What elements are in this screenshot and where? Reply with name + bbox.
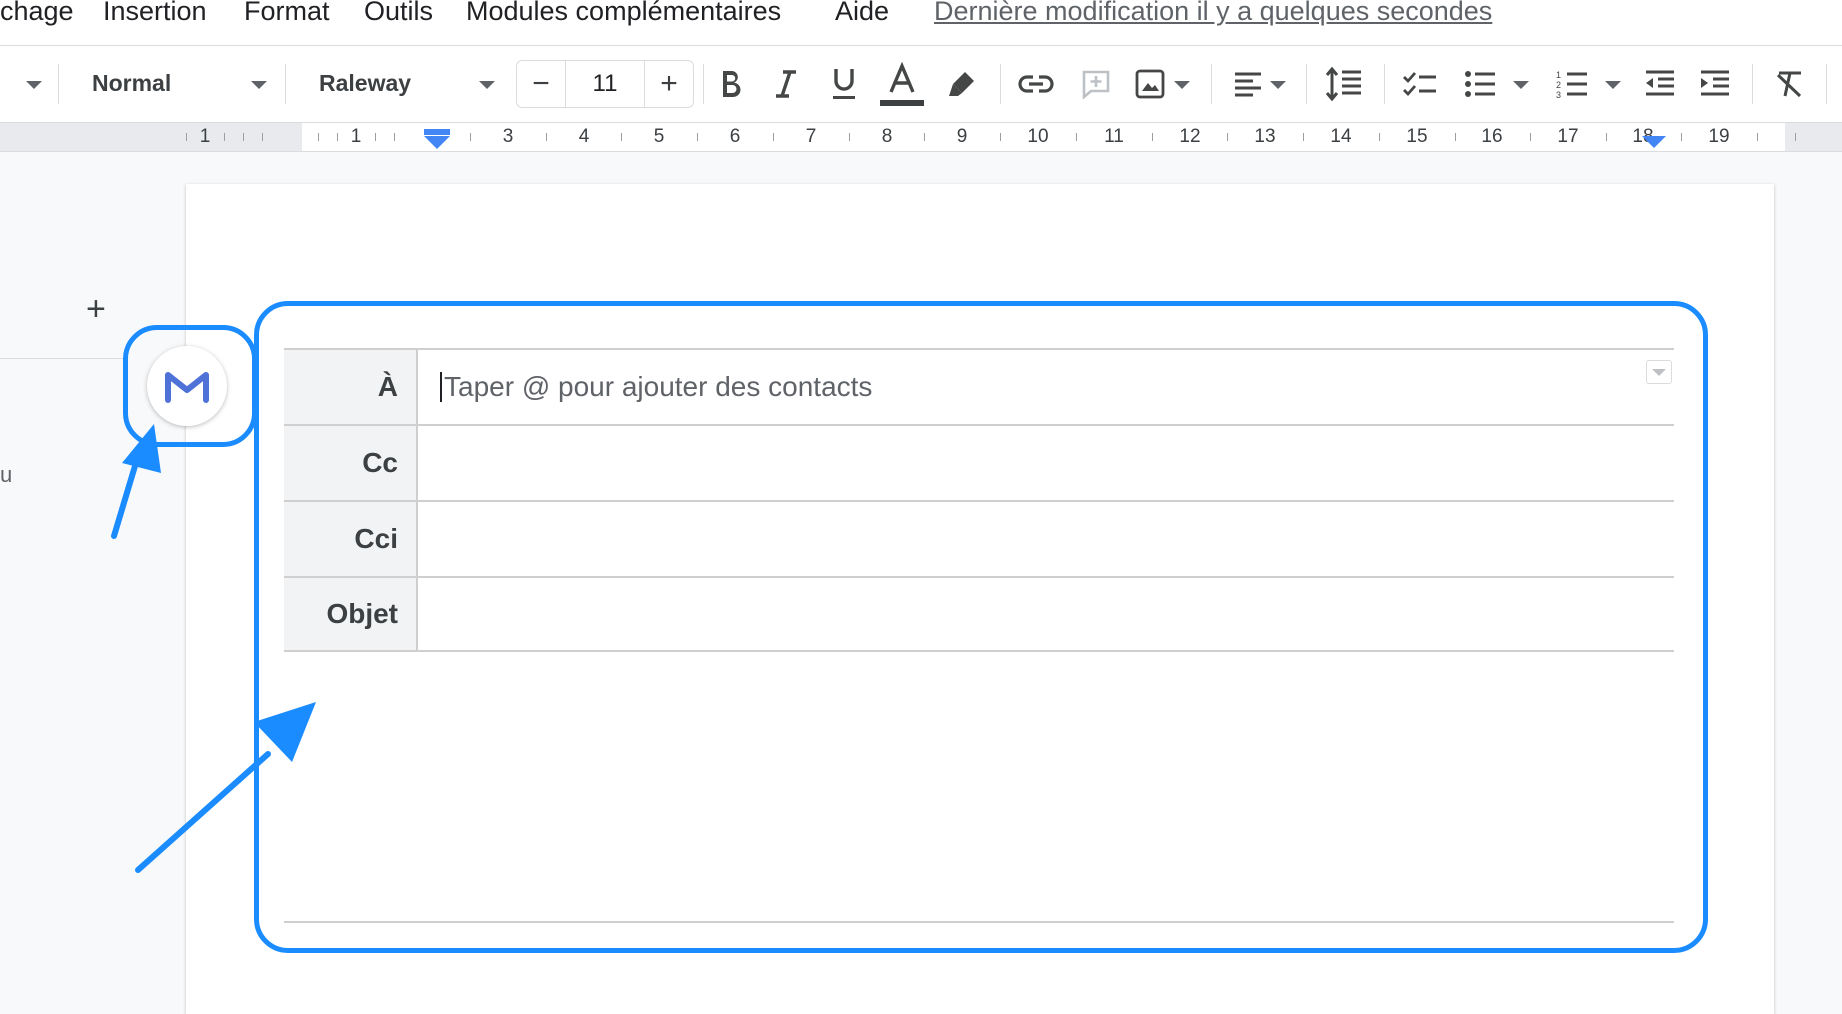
underline-icon[interactable] — [826, 64, 862, 104]
italic-icon[interactable] — [768, 64, 804, 104]
menu-display[interactable]: chage — [0, 0, 74, 27]
font-size-input[interactable]: 11 — [565, 61, 645, 107]
ruler[interactable]: 1 1 3 4 5 6 7 8 9 10 11 12 13 14 15 16 1… — [0, 122, 1842, 152]
ruler-number: 1 — [199, 126, 211, 147]
menu-format[interactable]: Format — [244, 0, 330, 27]
menu-insertion[interactable]: Insertion — [103, 0, 207, 27]
chevron-down-icon[interactable] — [1605, 81, 1621, 89]
svg-text:1: 1 — [1556, 70, 1561, 80]
font-size-decrease-button[interactable]: − — [517, 61, 565, 107]
add-comment-icon[interactable] — [1076, 64, 1116, 104]
clear-formatting-icon[interactable] — [1772, 64, 1808, 104]
chevron-down-icon[interactable] — [1270, 81, 1286, 89]
bold-icon[interactable] — [714, 64, 750, 104]
chevron-down-icon[interactable] — [251, 81, 267, 89]
ruler-number: 9 — [956, 126, 968, 147]
ruler-number: 3 — [502, 126, 514, 147]
callout-gmail-button-highlight — [123, 325, 257, 447]
highlight-pen-icon[interactable] — [944, 64, 980, 104]
checklist-icon[interactable] — [1400, 64, 1440, 104]
ruler-number: 8 — [881, 126, 893, 147]
menu-outils[interactable]: Outils — [364, 0, 433, 27]
numbered-list-icon[interactable]: 123 — [1552, 64, 1592, 104]
ruler-number: 14 — [1330, 126, 1352, 147]
align-left-icon[interactable] — [1230, 64, 1266, 104]
menu-bar: chage Insertion Format Outils Modules co… — [0, 0, 1842, 46]
font-family-dropdown[interactable]: Raleway — [319, 70, 411, 97]
menu-aide[interactable]: Aide — [835, 0, 889, 27]
first-line-indent-marker[interactable] — [424, 136, 450, 149]
paragraph-style-dropdown[interactable]: Normal — [92, 70, 171, 97]
increase-indent-icon[interactable] — [1697, 64, 1733, 104]
outline-partial-text: u — [0, 462, 13, 487]
ruler-number: 12 — [1179, 126, 1201, 147]
menu-modules[interactable]: Modules complémentaires — [466, 0, 781, 27]
ruler-number: 11 — [1104, 126, 1124, 147]
ruler-number: 13 — [1254, 126, 1276, 147]
chevron-down-icon[interactable] — [479, 81, 495, 89]
font-size-control: − 11 + — [516, 60, 694, 108]
ruler-number: 4 — [578, 126, 590, 147]
chevron-down-icon[interactable] — [26, 81, 42, 89]
last-modified-link[interactable]: Dernière modification il y a quelques se… — [934, 0, 1492, 27]
ruler-number: 5 — [653, 126, 665, 147]
text-color-icon[interactable] — [879, 62, 925, 110]
bulleted-list-icon[interactable] — [1460, 64, 1500, 104]
callout-email-template-highlight — [254, 301, 1708, 953]
ruler-number: 6 — [729, 126, 741, 147]
outline-divider — [0, 358, 125, 359]
add-tab-plus-icon[interactable]: + — [86, 290, 106, 329]
right-indent-marker[interactable] — [1642, 136, 1666, 148]
svg-text:2: 2 — [1556, 80, 1561, 90]
chevron-down-icon[interactable] — [1513, 81, 1529, 89]
ruler-number: 16 — [1481, 126, 1503, 147]
font-size-increase-button[interactable]: + — [645, 61, 693, 107]
chevron-down-icon[interactable] — [1174, 81, 1190, 89]
ruler-number: 17 — [1557, 126, 1579, 147]
insert-image-icon[interactable] — [1130, 64, 1170, 104]
ruler-number: 19 — [1708, 126, 1730, 147]
ruler-number: 10 — [1027, 126, 1049, 147]
ruler-number: 15 — [1406, 126, 1428, 147]
line-spacing-icon[interactable] — [1324, 62, 1364, 106]
svg-text:3: 3 — [1556, 90, 1561, 99]
left-indent-marker[interactable] — [424, 129, 450, 135]
ruler-number: 1 — [350, 126, 362, 147]
ruler-number: 7 — [805, 126, 817, 147]
link-icon[interactable] — [1016, 64, 1056, 104]
decrease-indent-icon[interactable] — [1642, 64, 1678, 104]
